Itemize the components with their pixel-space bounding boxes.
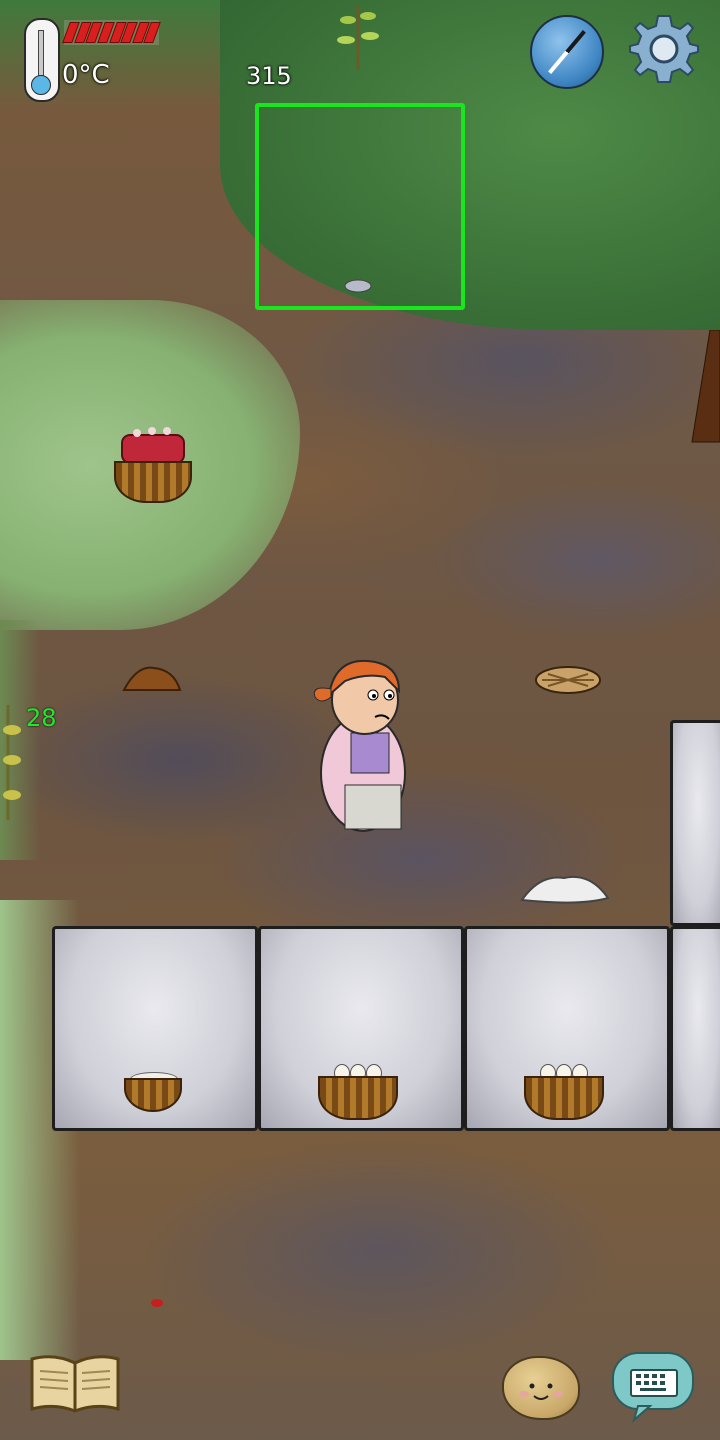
book-icon[interactable] [30, 1355, 120, 1413]
gear-icon[interactable] [628, 12, 700, 84]
meat-basket-object[interactable] [112, 425, 194, 505]
berry-object[interactable] [150, 1298, 164, 1308]
egg-basket-object[interactable] [522, 1062, 606, 1120]
thermometer-icon [24, 18, 60, 102]
cloth-pile-object[interactable] [520, 868, 610, 908]
basket-object[interactable] [124, 1072, 184, 1112]
plant-object[interactable] [0, 705, 24, 820]
sapling-object[interactable] [330, 0, 390, 75]
age-counter: 315 [246, 62, 292, 90]
keyboard-icon[interactable] [612, 1352, 694, 1423]
player-character[interactable] [305, 655, 415, 835]
tree-trunk-object[interactable] [690, 330, 720, 445]
temperature-label: 0°C [62, 60, 110, 90]
flat-basket-object[interactable] [534, 664, 602, 696]
game-world[interactable]: 28 [0, 0, 720, 1440]
stone-floor-tile[interactable] [670, 926, 720, 1131]
food-meter [62, 20, 161, 45]
potato-face-icon[interactable] [502, 1356, 580, 1420]
compass-icon[interactable] [530, 15, 604, 89]
dirt-pile-object[interactable] [122, 660, 182, 696]
stone-floor-tile[interactable] [670, 720, 720, 926]
object-count-label: 28 [26, 704, 57, 732]
flint-stone-object[interactable] [343, 278, 373, 294]
egg-basket-object[interactable] [316, 1062, 400, 1120]
